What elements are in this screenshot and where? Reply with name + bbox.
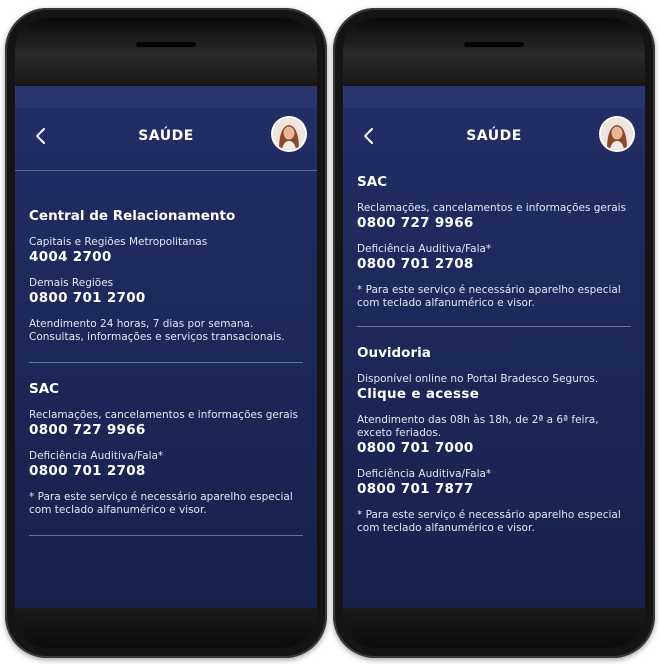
deficiencia-label: Deficiência Auditiva/Fala* xyxy=(357,468,492,480)
avatar[interactable] xyxy=(601,118,633,150)
section-title: Ouvidoria xyxy=(357,345,431,361)
capitais-phone[interactable]: 4004 2700 xyxy=(29,249,303,265)
phone-left: SAÚDE Central de Relacionamento Capitais… xyxy=(5,8,327,658)
portal-link[interactable]: Clique e acesse xyxy=(357,386,631,402)
phone-right: SAÚDE SAC Reclamações, cancelamentos e i… xyxy=(333,8,655,658)
deficiencia-phone[interactable]: 0800 701 2708 xyxy=(357,256,631,272)
phone-top-bezel xyxy=(343,18,645,86)
right-content: SAC Reclamações, cancelamentos e informa… xyxy=(357,174,631,535)
speaker-grille xyxy=(136,42,196,47)
reclamacoes-label: Reclamações, cancelamentos e informações… xyxy=(357,202,627,214)
page-title: SAÚDE xyxy=(466,128,522,144)
demais-label: Demais Regiões xyxy=(29,277,114,289)
capitais-label: Capitais e Regiões Metropolitanas xyxy=(29,236,208,248)
hours-label: Atendimento das 08h às 18h, de 2ª a 6ª f… xyxy=(357,414,599,439)
section-title: SAC xyxy=(357,174,388,190)
central-section: Central de Relacionamento Capitais e Reg… xyxy=(29,208,303,536)
reclamacoes-phone[interactable]: 0800 727 9966 xyxy=(357,215,631,231)
deficiencia-phone[interactable]: 0800 701 7877 xyxy=(357,481,631,497)
phone-bottom-bezel xyxy=(15,608,317,648)
section-title: SAC xyxy=(29,381,60,397)
avatar[interactable] xyxy=(273,118,305,150)
screen-right: SAÚDE SAC Reclamações, cancelamentos e i… xyxy=(343,18,645,648)
ouvidoria-phone[interactable]: 0800 701 7000 xyxy=(357,440,631,456)
phone-top-bezel xyxy=(15,18,317,86)
phone-bottom-bezel xyxy=(343,608,645,648)
deficiencia-phone[interactable]: 0800 701 2708 xyxy=(29,463,303,479)
section-title: Central de Relacionamento xyxy=(29,208,236,224)
app-header: SAÚDE xyxy=(15,110,317,171)
footnote: * Para este serviço é necessário aparelh… xyxy=(29,491,293,516)
status-bar xyxy=(15,86,317,108)
deficiencia-label: Deficiência Auditiva/Fala* xyxy=(29,450,164,462)
page-title: SAÚDE xyxy=(138,128,194,144)
online-label: Disponível online no Portal Bradesco Seg… xyxy=(357,373,599,385)
footnote: * Para este serviço é necessário aparelh… xyxy=(357,509,621,534)
divider xyxy=(29,535,303,536)
screen-left: SAÚDE Central de Relacionamento Capitais… xyxy=(15,18,317,648)
app-header: SAÚDE xyxy=(343,110,645,170)
demais-phone[interactable]: 0800 701 2700 xyxy=(29,290,303,306)
speaker-grille xyxy=(464,42,524,47)
reclamacoes-label: Reclamações, cancelamentos e informações… xyxy=(29,409,299,421)
status-bar xyxy=(343,86,645,108)
central-note: Atendimento 24 horas, 7 dias por semana.… xyxy=(29,318,285,343)
deficiencia-label: Deficiência Auditiva/Fala* xyxy=(357,243,492,255)
reclamacoes-phone[interactable]: 0800 727 9966 xyxy=(29,422,303,438)
footnote: * Para este serviço é necessário aparelh… xyxy=(357,284,621,309)
